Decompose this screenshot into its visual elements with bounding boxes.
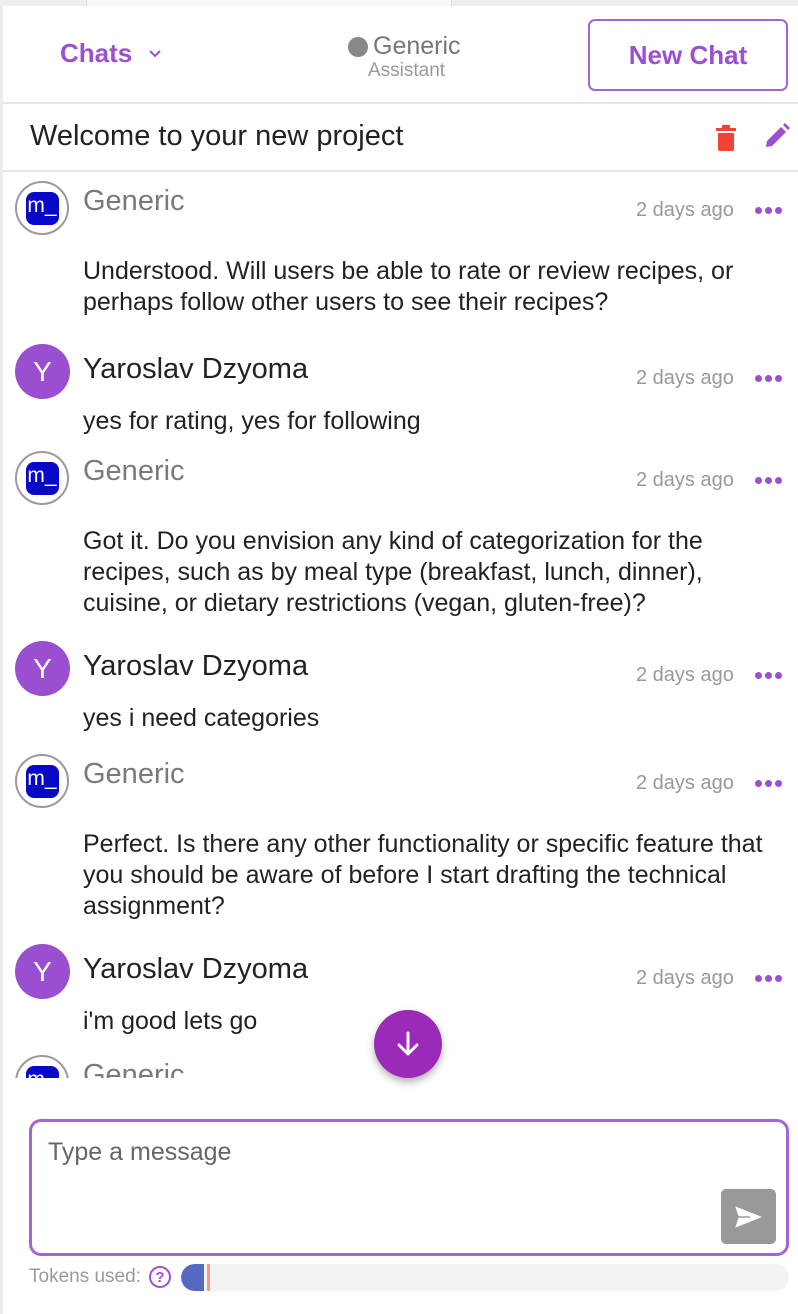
agent-info: Generic Assistant bbox=[348, 32, 478, 81]
more-options-icon[interactable] bbox=[755, 973, 785, 983]
message-sender: Yaroslav Dzyoma bbox=[83, 353, 309, 385]
user-avatar: Y bbox=[15, 944, 70, 999]
message-sender: Generic bbox=[83, 455, 185, 487]
more-options-icon[interactable] bbox=[755, 778, 785, 788]
chats-dropdown-button[interactable]: Chats bbox=[60, 38, 162, 69]
bot-logo-icon: m_ bbox=[25, 764, 59, 798]
bot-logo-icon: m_ bbox=[25, 461, 59, 495]
tokens-usage: Tokens used: ? bbox=[29, 1263, 789, 1291]
message-timestamp: 2 days ago bbox=[636, 967, 734, 989]
message-text: yes i need categories bbox=[83, 704, 320, 732]
new-chat-button[interactable]: New Chat bbox=[588, 19, 788, 91]
message-sender: Generic bbox=[83, 758, 185, 790]
message-timestamp: 2 days ago bbox=[636, 664, 734, 686]
message-list[interactable]: m_ Generic 2 days ago Understood. Will user… bbox=[3, 173, 798, 1078]
more-options-icon[interactable] bbox=[755, 205, 785, 215]
tokens-progress-bar bbox=[180, 1263, 789, 1291]
status-dot-icon bbox=[348, 36, 368, 57]
bot-avatar: m_ bbox=[15, 181, 69, 235]
message-timestamp: 2 days ago bbox=[636, 469, 734, 491]
message-sender: Generic bbox=[83, 185, 185, 217]
bot-avatar: m_ bbox=[15, 1055, 69, 1078]
project-title: Welcome to your new project bbox=[30, 120, 404, 152]
agent-role: Assistant bbox=[368, 60, 446, 81]
user-avatar: Y bbox=[15, 344, 70, 399]
arrow-down-icon bbox=[397, 1031, 419, 1056]
message-timestamp: 2 days ago bbox=[636, 199, 734, 221]
more-options-icon[interactable] bbox=[755, 670, 785, 680]
message-timestamp: 2 days ago bbox=[636, 772, 734, 794]
message-sender: Generic bbox=[83, 1059, 185, 1078]
tokens-progress-fill bbox=[180, 1263, 205, 1291]
more-options-icon[interactable] bbox=[755, 373, 785, 383]
chats-label: Chats bbox=[60, 38, 133, 68]
chat-header: Chats Generic Assistant New Chat bbox=[3, 6, 798, 104]
agent-name: Generic bbox=[373, 32, 461, 60]
bot-logo-icon: m_ bbox=[25, 191, 59, 225]
message-text: Got it. Do you envision any kind of cate… bbox=[83, 527, 703, 617]
project-title-bar: Welcome to your new project bbox=[3, 104, 798, 172]
message-text: yes for rating, yes for following bbox=[83, 407, 421, 435]
bot-avatar: m_ bbox=[15, 754, 69, 808]
send-button[interactable] bbox=[721, 1189, 776, 1244]
message-sender: Yaroslav Dzyoma bbox=[83, 953, 309, 985]
tokens-progress-marker bbox=[206, 1263, 210, 1291]
user-avatar: Y bbox=[15, 641, 70, 696]
bot-avatar: m_ bbox=[15, 451, 69, 505]
chevron-down-icon bbox=[149, 49, 161, 57]
send-icon bbox=[732, 1203, 766, 1230]
message-composer bbox=[29, 1119, 789, 1256]
more-options-icon[interactable] bbox=[755, 475, 785, 485]
scroll-to-bottom-button[interactable] bbox=[374, 1010, 442, 1078]
message-text: Perfect. Is there any other functionalit… bbox=[83, 830, 763, 920]
message-timestamp: 2 days ago bbox=[636, 367, 734, 389]
pencil-icon[interactable] bbox=[763, 122, 791, 150]
bot-logo-icon: m_ bbox=[25, 1065, 59, 1078]
message-text: Understood. Will users be able to rate o… bbox=[83, 257, 734, 316]
trash-icon[interactable] bbox=[715, 124, 737, 152]
help-icon[interactable]: ? bbox=[148, 1266, 171, 1288]
message-input[interactable] bbox=[48, 1138, 708, 1238]
message-sender: Yaroslav Dzyoma bbox=[83, 650, 309, 682]
tokens-label: Tokens used: bbox=[29, 1266, 141, 1287]
